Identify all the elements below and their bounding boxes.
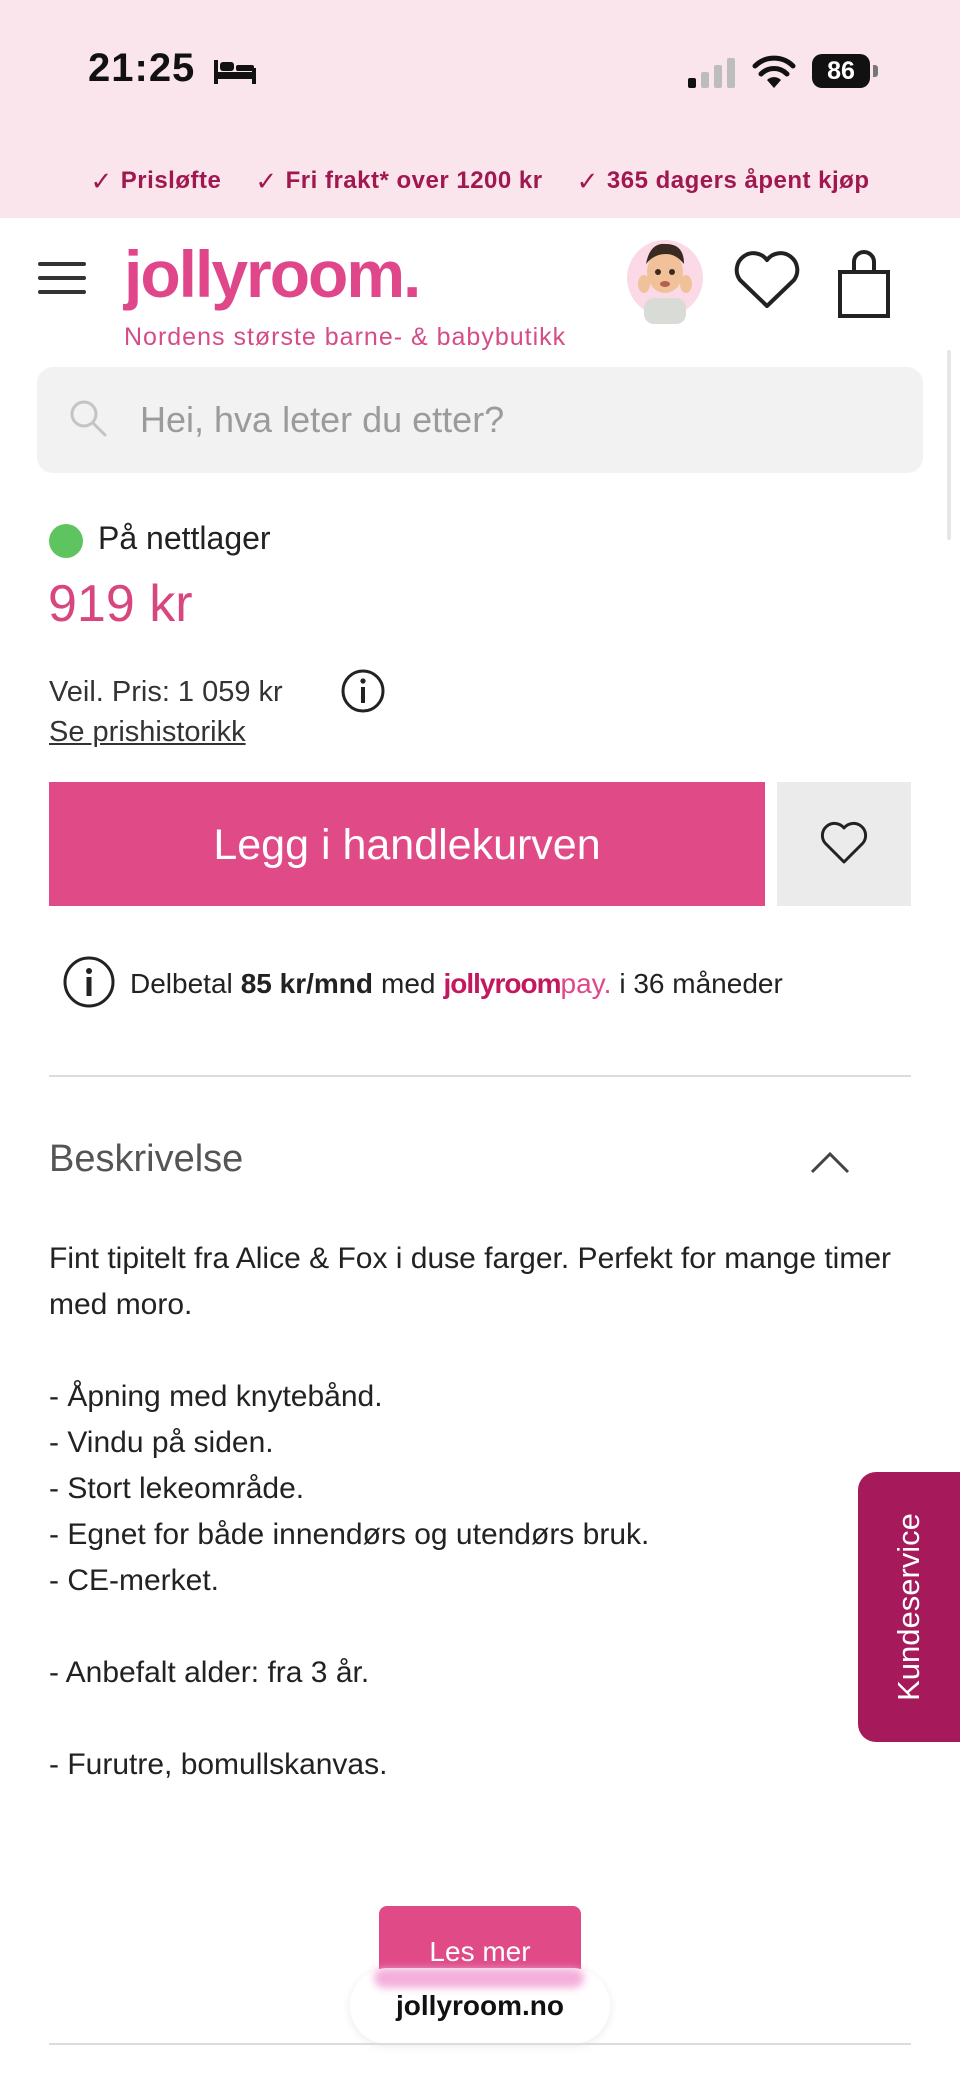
- promo-item: ✓ Fri frakt* over 1200 kr: [255, 160, 542, 202]
- description-bullet: - CE-merket.: [49, 1564, 220, 1597]
- hamburger-menu-icon[interactable]: [38, 262, 86, 296]
- description-bullet: - Vindu på siden.: [49, 1426, 274, 1459]
- divider: [49, 1075, 911, 1077]
- price-history-link[interactable]: Se prishistorikk: [49, 716, 246, 749]
- description-bullet: - Stort lekeområde.: [49, 1472, 305, 1505]
- shopping-bag-icon[interactable]: [836, 250, 892, 320]
- installment-with: med: [381, 968, 436, 999]
- heart-icon: [820, 821, 868, 864]
- jollyroompay-suffix: pay.: [560, 968, 612, 999]
- recommended-price: Veil. Pris: 1 059 kr: [49, 676, 283, 708]
- customer-service-label: Kundeservice: [891, 1513, 926, 1701]
- installment-prefix: Delbetal: [130, 968, 233, 999]
- promo-item: ✓ 365 dagers åpent kjøp: [577, 160, 870, 202]
- site-tagline: Nordens største barne- & babybutikk: [124, 323, 567, 351]
- check-icon: ✓: [576, 165, 599, 196]
- wifi-icon: [752, 55, 796, 88]
- promo-label: 365 dagers åpent kjøp: [606, 167, 870, 194]
- divider: [49, 2043, 911, 2045]
- installment-amount: 85 kr/mnd: [240, 968, 374, 999]
- account-avatar-icon[interactable]: [626, 232, 704, 324]
- jollyroompay-brand: jollyroom: [443, 968, 561, 999]
- description-material: - Furutre, bomullskanvas.: [49, 1748, 388, 1781]
- description-body: Fint tipitelt fra Alice & Fox i duse far…: [49, 1236, 911, 1788]
- description-bullet: - Egnet for både innendørs og utendørs b…: [49, 1518, 650, 1551]
- description-intro: Fint tipitelt fra Alice & Fox i duse far…: [49, 1242, 892, 1321]
- promo-bar: ✓ Prisløfte ✓ Fri frakt* over 1200 kr ✓ …: [0, 160, 960, 202]
- browser-url[interactable]: jollyroom.no: [350, 1990, 610, 2022]
- stock-status-dot: [49, 524, 83, 558]
- customer-service-tab[interactable]: Kundeservice: [858, 1472, 960, 1742]
- add-to-cart-button[interactable]: Legg i handlekurven: [49, 782, 765, 906]
- check-icon: ✓: [255, 165, 278, 196]
- url-bar-highlight: [374, 1968, 584, 1988]
- promo-label: Prisløfte: [120, 167, 222, 194]
- description-bullet: - Åpning med knytebånd.: [49, 1380, 383, 1413]
- battery-indicator: 86: [812, 54, 880, 88]
- wishlist-heart-icon[interactable]: [732, 248, 802, 312]
- info-icon[interactable]: [340, 668, 386, 714]
- scrollbar[interactable]: [947, 350, 951, 540]
- description-age: - Anbefalt alder: fra 3 år.: [49, 1656, 370, 1689]
- battery-cap: [873, 65, 878, 77]
- promo-item: ✓ Prisløfte: [91, 160, 222, 202]
- battery-level: 86: [812, 54, 870, 88]
- stock-status: På nettlager: [98, 520, 271, 556]
- check-icon: ✓: [90, 165, 113, 196]
- chevron-up-icon[interactable]: [808, 1148, 852, 1176]
- cellular-signal-icon: [688, 58, 735, 88]
- info-icon[interactable]: [62, 955, 116, 1009]
- status-time: 21:25: [88, 46, 196, 90]
- installment-info: Delbetal 85 kr/mnd med jollyroompay. i 3…: [130, 968, 783, 1000]
- site-logo[interactable]: jollyroom.: [124, 236, 421, 312]
- product-price: 919 kr: [48, 575, 193, 633]
- search-input[interactable]: [140, 388, 880, 452]
- search-icon: [70, 400, 107, 437]
- installment-suffix: i 36 måneder: [619, 968, 783, 999]
- promo-label: Fri frakt* over 1200 kr: [285, 167, 543, 194]
- sleep-focus-icon: [214, 60, 256, 84]
- description-heading[interactable]: Beskrivelse: [49, 1138, 243, 1181]
- add-to-wishlist-button[interactable]: [777, 782, 911, 906]
- jollyroompay-logo: jollyroompay.: [443, 968, 611, 1000]
